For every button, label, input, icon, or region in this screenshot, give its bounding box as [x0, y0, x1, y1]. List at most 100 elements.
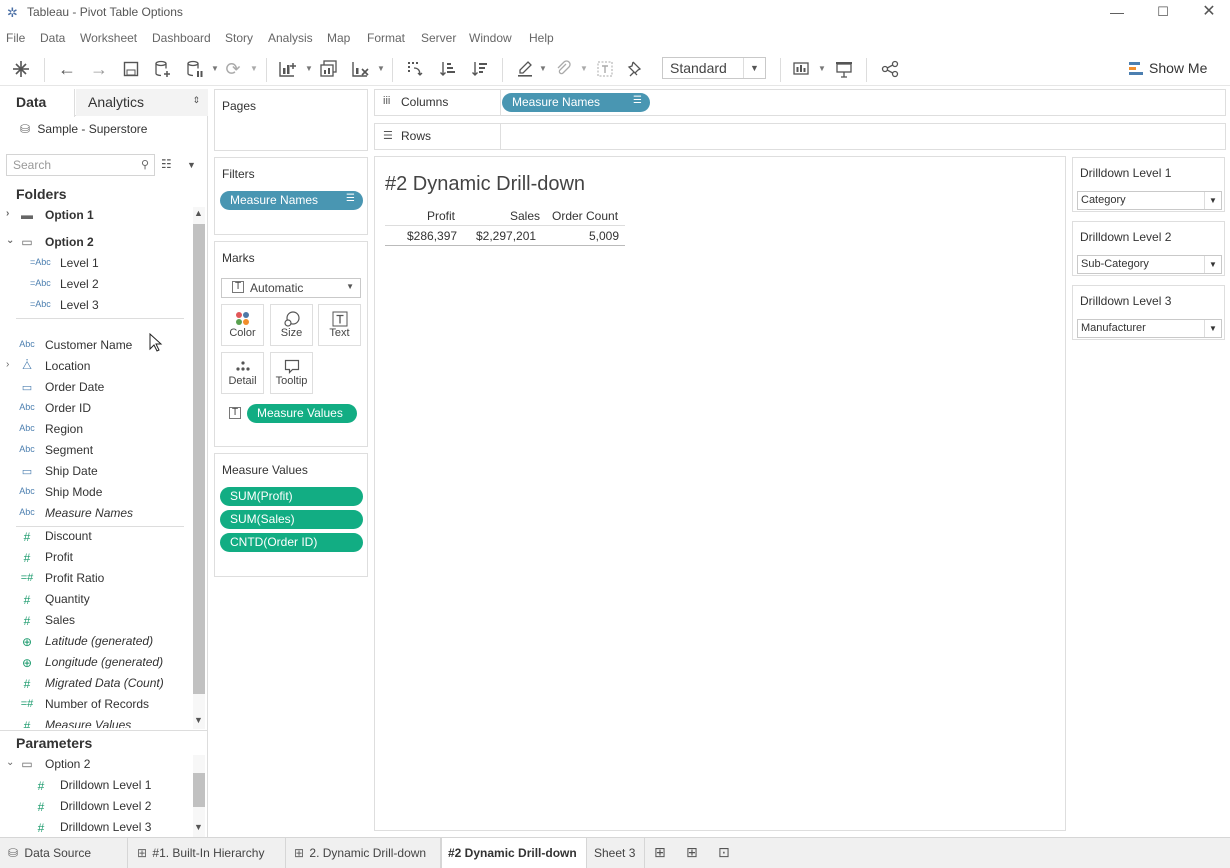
tab-sheet-built-in-hierarchy[interactable]: ⊞ #1. Built-In Hierarchy: [129, 838, 286, 868]
menu-map[interactable]: Map: [327, 31, 350, 45]
view-list-icon[interactable]: ☷: [161, 157, 172, 171]
pin-icon[interactable]: [624, 58, 646, 80]
param-folder-option-2[interactable]: ⌄ ▭ Option 2: [0, 755, 190, 776]
new-dashboard-icon[interactable]: ⊞: [686, 844, 698, 861]
pause-updates-icon[interactable]: [184, 58, 206, 80]
rows-shelf[interactable]: ☰ Rows: [374, 123, 1226, 150]
color-button[interactable]: Color: [221, 304, 264, 346]
save-icon[interactable]: [120, 58, 142, 80]
param-dropdown-level-1[interactable]: Category ▼: [1077, 191, 1222, 210]
tableau-home-icon[interactable]: [10, 58, 32, 80]
field-ship-date[interactable]: ▭ Ship Date: [0, 462, 190, 483]
field-longitude[interactable]: ⊕ Longitude (generated): [0, 653, 190, 674]
field-measure-names[interactable]: Abc Measure Names: [0, 504, 190, 525]
field-measure-values[interactable]: # Measure Values: [0, 716, 190, 728]
tab-analytics[interactable]: Analytics ⇕: [76, 89, 208, 116]
chevron-down-icon[interactable]: ▼: [818, 64, 826, 73]
param-drilldown-level-3[interactable]: # Drilldown Level 3: [0, 818, 190, 839]
show-me-button[interactable]: Show Me: [1149, 60, 1207, 76]
duplicate-sheet-icon[interactable]: [318, 58, 340, 80]
chevron-down-icon[interactable]: ▼: [250, 64, 258, 73]
param-drilldown-level-2[interactable]: # Drilldown Level 2: [0, 797, 190, 818]
fit-dropdown[interactable]: Standard ▼: [662, 57, 766, 79]
scroll-up-icon[interactable]: ▲: [194, 208, 203, 218]
field-ship-mode[interactable]: Abc Ship Mode: [0, 483, 190, 504]
chevron-down-icon[interactable]: ▼: [187, 160, 196, 170]
chevron-down-icon[interactable]: ▼: [211, 64, 219, 73]
pill-sum-sales[interactable]: SUM(Sales): [220, 510, 363, 529]
field-quantity[interactable]: # Quantity: [0, 590, 190, 611]
field-order-id[interactable]: Abc Order ID: [0, 399, 190, 420]
folder-option-1[interactable]: › ▬ Option 1: [0, 206, 190, 227]
detail-button[interactable]: Detail: [221, 352, 264, 394]
field-segment[interactable]: Abc Segment: [0, 441, 190, 462]
filters-shelf[interactable]: Filters Measure Names ☰: [214, 157, 368, 235]
field-number-of-records[interactable]: =# Number of Records: [0, 695, 190, 716]
clear-sheet-icon[interactable]: [350, 58, 372, 80]
pill-sum-profit[interactable]: SUM(Profit): [220, 487, 363, 506]
menu-file[interactable]: File: [6, 31, 25, 45]
chevron-down-icon[interactable]: ▼: [539, 64, 547, 73]
menu-help[interactable]: Help: [529, 31, 554, 45]
new-worksheet-icon[interactable]: ⊞: [654, 844, 666, 861]
mark-type-dropdown[interactable]: T Automatic ▼: [221, 278, 361, 298]
tab-sheet-3[interactable]: Sheet 3: [587, 838, 645, 868]
menu-worksheet[interactable]: Worksheet: [80, 31, 137, 45]
menu-server[interactable]: Server: [421, 31, 456, 45]
new-datasource-icon[interactable]: [152, 58, 174, 80]
presentation-cards-icon[interactable]: [792, 58, 814, 80]
field-profit[interactable]: # Profit: [0, 548, 190, 569]
field-level-2[interactable]: =Abc Level 2: [0, 275, 190, 296]
menu-analysis[interactable]: Analysis: [268, 31, 313, 45]
tab-data-source[interactable]: ⛁ Data Source: [0, 838, 128, 868]
share-icon[interactable]: [879, 58, 901, 80]
marks-pill-measure-values[interactable]: Measure Values: [247, 404, 357, 423]
menu-story[interactable]: Story: [225, 31, 253, 45]
close-button[interactable]: ✕: [1186, 0, 1230, 26]
undo-icon[interactable]: ←: [56, 58, 78, 80]
redo-icon[interactable]: →: [88, 58, 110, 80]
sort-ascending-icon[interactable]: [437, 58, 459, 80]
field-discount[interactable]: # Discount: [0, 527, 190, 548]
value-profit[interactable]: $286,397: [407, 229, 457, 243]
minimize-button[interactable]: —: [1094, 0, 1140, 26]
pill-cntd-order-id[interactable]: CNTD(Order ID): [220, 533, 363, 552]
tooltip-button[interactable]: Tooltip: [270, 352, 313, 394]
tab-sheet-dynamic-drilldown-active[interactable]: #2 Dynamic Drill-down: [441, 838, 587, 868]
pages-shelf[interactable]: Pages: [214, 89, 368, 151]
scroll-down-icon[interactable]: ▼: [194, 822, 203, 832]
field-location[interactable]: › ⧊ Location: [0, 357, 190, 378]
fields-scroll-thumb[interactable]: [193, 224, 205, 694]
menu-data[interactable]: Data: [40, 31, 65, 45]
param-dropdown-level-3[interactable]: Manufacturer ▼: [1077, 319, 1222, 338]
tab-data[interactable]: Data: [0, 89, 75, 117]
value-order-count[interactable]: 5,009: [589, 229, 619, 243]
field-region[interactable]: Abc Region: [0, 420, 190, 441]
swap-rows-columns-icon[interactable]: [404, 58, 426, 80]
measure-values-shelf[interactable]: Measure Values SUM(Profit) SUM(Sales) CN…: [214, 453, 368, 577]
new-worksheet-icon[interactable]: [277, 58, 299, 80]
chevron-down-icon[interactable]: ▼: [377, 64, 385, 73]
new-story-icon[interactable]: ⊡: [718, 844, 730, 861]
menu-format[interactable]: Format: [367, 31, 405, 45]
chevron-down-icon[interactable]: ▼: [580, 64, 588, 73]
field-sales[interactable]: # Sales: [0, 611, 190, 632]
group-members-icon[interactable]: [552, 58, 574, 80]
datasource-item[interactable]: ⛁ Sample - Superstore: [20, 122, 147, 136]
maximize-button[interactable]: ☐: [1140, 0, 1186, 26]
highlight-icon[interactable]: [514, 58, 536, 80]
text-button[interactable]: Text: [318, 304, 361, 346]
param-dropdown-level-2[interactable]: Sub-Category ▼: [1077, 255, 1222, 274]
value-sales[interactable]: $2,297,201: [476, 229, 536, 243]
size-button[interactable]: Size: [270, 304, 313, 346]
columns-pill-measure-names[interactable]: Measure Names ☰: [502, 93, 650, 112]
search-input[interactable]: Search ⚲: [6, 154, 155, 176]
field-level-3[interactable]: =Abc Level 3: [0, 296, 190, 317]
filter-pill-measure-names[interactable]: Measure Names ☰: [220, 191, 363, 210]
show-mark-labels-icon[interactable]: [594, 58, 616, 80]
sort-descending-icon[interactable]: [469, 58, 491, 80]
params-scroll-thumb[interactable]: [193, 773, 205, 807]
field-order-date[interactable]: ▭ Order Date: [0, 378, 190, 399]
field-migrated-data[interactable]: # Migrated Data (Count): [0, 674, 190, 695]
field-level-1[interactable]: =Abc Level 1: [0, 254, 190, 275]
